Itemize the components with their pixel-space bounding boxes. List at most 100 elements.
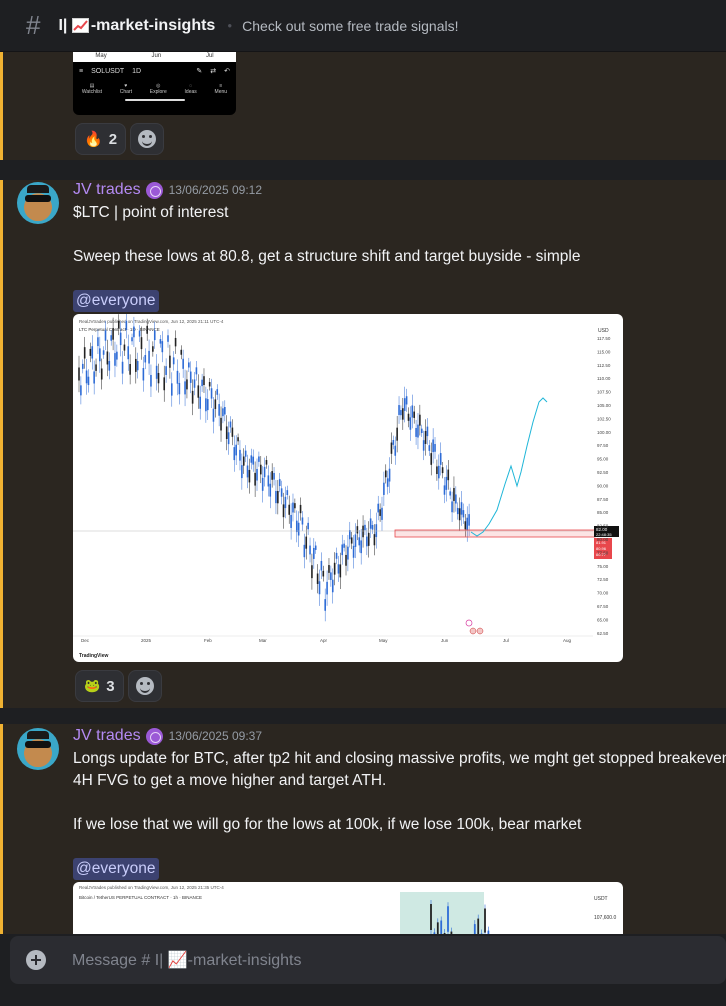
interval-label: 1D: [132, 67, 142, 75]
message-list[interactable]: May Jun Jul ≡ SOLUSDT 1D ✎ ⇄ ↶ ▤ Watchlis…: [0, 52, 726, 934]
candle-body: [445, 476, 448, 490]
candle-body: [447, 906, 449, 932]
candle-body: [135, 358, 137, 372]
candle-body: [455, 494, 457, 504]
candle-body: [460, 502, 463, 515]
mention-everyone[interactable]: @everyone: [73, 858, 159, 880]
y-tick: 65.00: [597, 617, 609, 622]
candle-body: [473, 924, 476, 934]
candle-body: [352, 545, 355, 558]
message-input-box[interactable]: Message # I| 📈-market-insights: [10, 936, 726, 984]
candle-body: [301, 517, 304, 525]
username[interactable]: JV trades: [73, 727, 141, 745]
y-tick: 77.50: [597, 550, 609, 555]
reaction-count: 2: [108, 130, 118, 148]
candle-body: [229, 421, 232, 428]
x-tick: May: [379, 638, 388, 643]
candle-body: [405, 396, 408, 405]
candle-body: [333, 562, 336, 575]
candle-body: [349, 530, 351, 540]
candle-body: [121, 361, 124, 374]
mention-everyone[interactable]: @everyone: [73, 290, 159, 312]
nav-watchlist: ▤ Watchlist: [81, 83, 102, 95]
candle-body: [191, 390, 194, 404]
candle-body: [100, 368, 103, 380]
message: May Jun Jul ≡ SOLUSDT 1D ✎ ⇄ ↶ ▤ Watchlis…: [0, 52, 726, 160]
candle-body: [174, 337, 177, 347]
candle-body: [409, 417, 412, 430]
candle-body: [468, 514, 470, 526]
message-input[interactable]: Message # I| 📈-market-insights: [72, 950, 301, 970]
candle-body: [80, 385, 82, 396]
y-tick: 82.50: [597, 524, 609, 529]
candle-body: [273, 472, 275, 480]
candle-body: [375, 524, 378, 538]
add-reaction-button[interactable]: [127, 670, 162, 702]
candle-body: [95, 364, 97, 371]
candle-body: [136, 361, 139, 371]
avatar[interactable]: [17, 728, 59, 770]
candle-body: [420, 428, 423, 433]
avatar[interactable]: [17, 182, 59, 224]
candle-body: [163, 377, 166, 391]
candle-body: [214, 399, 217, 409]
candle-body: [430, 904, 432, 930]
candle-body: [195, 367, 198, 375]
candle-body: [288, 504, 291, 515]
candle-body: [144, 355, 147, 363]
channel-name[interactable]: I| -market-insights: [58, 17, 215, 35]
candle-body: [400, 410, 402, 416]
x-tick: Jun: [441, 638, 449, 643]
x-tick: Mar: [259, 638, 267, 643]
candle-body: [89, 348, 92, 356]
hat-shape: [27, 731, 49, 739]
btc-chart-image[interactable]: RealJVtrades published on TradingView.co…: [73, 882, 623, 934]
candle-body: [402, 408, 404, 420]
username[interactable]: JV trades: [73, 181, 141, 199]
candle-body: [155, 365, 158, 379]
y-tick: 102.50: [597, 416, 611, 421]
candle-body: [267, 475, 270, 487]
candle-body: [430, 453, 433, 465]
ltc-chart-image[interactable]: RealJVtrades published on TradingView.co…: [73, 314, 623, 662]
candle-body: [320, 560, 323, 571]
message-line: Sweep these lows at 80.8, get a structur…: [73, 248, 581, 265]
reaction-fire[interactable]: 🔥 2: [75, 123, 127, 155]
candle-body: [248, 469, 251, 483]
candle-body: [388, 468, 391, 482]
add-attachment-icon[interactable]: [26, 950, 46, 970]
candle-body: [396, 427, 398, 441]
candle-body: [203, 376, 205, 386]
candle-body: [205, 398, 207, 412]
reaction-frog[interactable]: 🐸 3: [75, 670, 124, 702]
timestamp: 13/06/2025 09:12: [168, 183, 263, 197]
candle-body: [263, 466, 266, 478]
candle-body: [218, 404, 220, 416]
candle-body: [241, 465, 243, 479]
candle-body: [364, 524, 366, 531]
candle-body: [383, 482, 385, 495]
candle-body: [112, 328, 114, 340]
candle-body: [392, 440, 395, 445]
candle-body: [299, 504, 302, 514]
glasses-shape: [25, 195, 51, 202]
candle-body: [87, 376, 90, 386]
candle-body: [371, 524, 374, 530]
reaction-bar: 🔥 2: [75, 123, 165, 155]
candle-body: [294, 503, 296, 509]
projection-path: [470, 397, 548, 537]
candle-body: [212, 408, 215, 422]
candle-body: [386, 478, 389, 487]
candle-body: [277, 491, 279, 504]
candle-body: [464, 521, 467, 530]
candle-body: [123, 344, 126, 351]
candle-body: [189, 371, 192, 383]
candle-body: [222, 408, 224, 417]
frog-icon: 🐸: [84, 678, 101, 693]
candle-body: [347, 546, 349, 560]
phone-screenshot[interactable]: May Jun Jul ≡ SOLUSDT 1D ✎ ⇄ ↶ ▤ Watchlis…: [73, 52, 236, 115]
candle-body: [180, 349, 183, 355]
add-reaction-button[interactable]: [130, 123, 165, 155]
candle-body: [93, 371, 95, 384]
candle-body: [242, 456, 245, 466]
